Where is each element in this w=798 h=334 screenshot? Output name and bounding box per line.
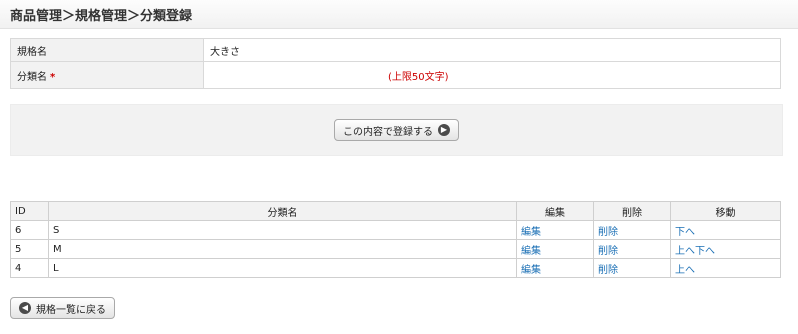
- required-mark: *: [50, 71, 56, 83]
- row-id: 5: [10, 239, 49, 259]
- spec-name-value: 大きさ: [203, 38, 781, 62]
- register-button[interactable]: この内容で登録する ▶: [334, 119, 459, 141]
- edit-link[interactable]: 編集: [521, 227, 541, 238]
- class-name-label-cell: 分類名 *: [10, 61, 204, 89]
- col-move: 移動: [670, 201, 781, 221]
- class-form: 規格名 大きさ 分類名 * (上限50文字): [10, 38, 781, 89]
- arrow-right-icon: ▶: [438, 124, 450, 136]
- spec-name-label: 規格名: [10, 38, 204, 62]
- row-name: L: [48, 258, 517, 278]
- delete-link[interactable]: 削除: [598, 265, 618, 276]
- table-row: 6 S 編集 削除 下へ: [10, 220, 781, 240]
- row-id: 4: [10, 258, 49, 278]
- button-area: この内容で登録する ▶: [10, 104, 783, 156]
- move-cell: 上へ: [670, 258, 781, 278]
- class-list-table: ID 分類名 編集 削除 移動 6 S 編集 削除 下へ 5 M 編集 削除 上…: [10, 201, 781, 278]
- row-name: S: [48, 220, 517, 240]
- col-id: ID: [10, 201, 49, 221]
- class-row: 分類名 * (上限50文字): [10, 61, 781, 89]
- delete-cell: 削除: [593, 239, 671, 259]
- arrow-left-icon: ◀: [19, 302, 31, 314]
- move-cell: 下へ: [670, 220, 781, 240]
- edit-cell: 編集: [516, 258, 594, 278]
- edit-link[interactable]: 編集: [521, 265, 541, 276]
- page-header: 商品管理＞規格管理＞分類登録: [0, 0, 798, 29]
- row-name: M: [48, 239, 517, 259]
- limit-note: (上限50文字): [388, 71, 449, 83]
- class-name-label: 分類名: [17, 71, 47, 83]
- page-title: 商品管理＞規格管理＞分類登録: [10, 8, 193, 24]
- edit-cell: 編集: [516, 239, 594, 259]
- delete-cell: 削除: [593, 220, 671, 240]
- move-down-link[interactable]: 下へ: [695, 246, 715, 257]
- table-row: 5 M 編集 削除 上へ下へ: [10, 239, 781, 259]
- back-area: ◀ 規格一覧に戻る: [10, 297, 115, 319]
- move-down-link[interactable]: 下へ: [675, 227, 695, 238]
- row-id: 6: [10, 220, 49, 240]
- col-name: 分類名: [48, 201, 517, 221]
- move-cell: 上へ下へ: [670, 239, 781, 259]
- edit-cell: 編集: [516, 220, 594, 240]
- delete-cell: 削除: [593, 258, 671, 278]
- move-up-link[interactable]: 上へ: [675, 265, 695, 276]
- back-button-label: 規格一覧に戻る: [36, 304, 106, 316]
- back-to-spec-list-button[interactable]: ◀ 規格一覧に戻る: [10, 297, 115, 319]
- col-delete: 削除: [593, 201, 671, 221]
- register-button-label: この内容で登録する: [343, 126, 433, 138]
- table-row: 4 L 編集 削除 上へ: [10, 258, 781, 278]
- delete-link[interactable]: 削除: [598, 227, 618, 238]
- class-name-input-cell[interactable]: (上限50文字): [203, 61, 781, 89]
- table-header-row: ID 分類名 編集 削除 移動: [10, 201, 781, 221]
- spec-row: 規格名 大きさ: [10, 38, 781, 62]
- move-up-link[interactable]: 上へ: [675, 246, 695, 257]
- edit-link[interactable]: 編集: [521, 246, 541, 257]
- delete-link[interactable]: 削除: [598, 246, 618, 257]
- col-edit: 編集: [516, 201, 594, 221]
